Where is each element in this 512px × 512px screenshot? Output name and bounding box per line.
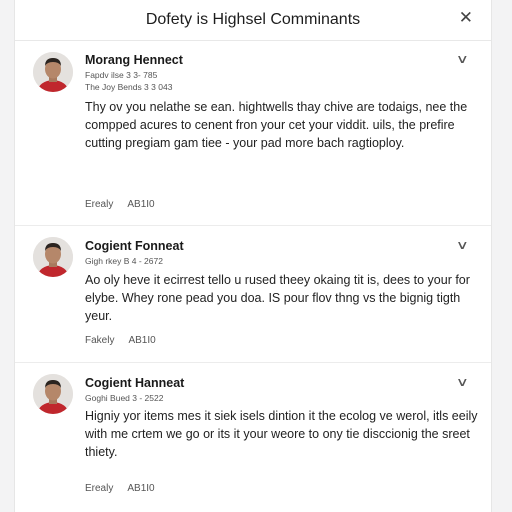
comment-text: Thy ov you nelathe se ean. hightwells th… bbox=[85, 100, 468, 150]
avatar bbox=[33, 374, 73, 414]
comment-text: Ao oly heve it ecirrest tello u rused th… bbox=[85, 273, 470, 323]
reaction-count[interactable]: AB1I0 bbox=[128, 335, 155, 346]
reply-button[interactable]: Fakely bbox=[85, 335, 114, 346]
comments-panel: Dofety is Highsel Comminants ✕ Morang He… bbox=[14, 0, 492, 512]
avatar bbox=[33, 52, 73, 92]
comment-item: Cogient Hanneat Goghi Bued 3 - 2522 ∨ Hi… bbox=[15, 363, 491, 512]
close-icon[interactable]: ✕ bbox=[459, 8, 473, 28]
chevron-down-icon[interactable]: ∨ bbox=[456, 238, 469, 252]
comment-item: Cogient Fonneat Gigh rkey B 4 - 2672 ∨ A… bbox=[15, 226, 491, 363]
chevron-down-icon[interactable]: ∨ bbox=[456, 375, 469, 389]
comment-actions: Erealy AB1I0 bbox=[85, 199, 155, 210]
reply-button[interactable]: Erealy bbox=[85, 483, 113, 494]
comment-meta: Fapdv ilse 3 3- 785 bbox=[85, 70, 158, 80]
reply-button[interactable]: Erealy bbox=[85, 199, 113, 210]
avatar bbox=[33, 237, 73, 277]
reaction-count[interactable]: AB1I0 bbox=[127, 199, 154, 210]
comment-meta: Goghi Bued 3 - 2522 bbox=[85, 393, 164, 403]
person-avatar-icon bbox=[33, 374, 73, 414]
comment-author[interactable]: Cogient Fonneat bbox=[85, 239, 184, 253]
panel-header: Dofety is Highsel Comminants ✕ bbox=[15, 0, 491, 41]
comment-meta: Gigh rkey B 4 - 2672 bbox=[85, 256, 163, 266]
comment-item: Morang Hennect Fapdv ilse 3 3- 785 The J… bbox=[15, 41, 491, 226]
panel-title: Dofety is Highsel Comminants bbox=[145, 11, 361, 28]
comment-author[interactable]: Cogient Hanneat bbox=[85, 376, 184, 390]
comment-text: Higniy yor items mes it siek isels dinti… bbox=[85, 409, 478, 459]
comment-meta-secondary: The Joy Bends 3 3 043 bbox=[85, 82, 173, 92]
comment-author[interactable]: Morang Hennect bbox=[85, 53, 183, 67]
person-avatar-icon bbox=[33, 52, 73, 92]
reaction-count[interactable]: AB1I0 bbox=[127, 483, 154, 494]
person-avatar-icon bbox=[33, 237, 73, 277]
comment-actions: Fakely AB1I0 bbox=[85, 335, 156, 346]
chevron-down-icon[interactable]: ∨ bbox=[456, 52, 469, 66]
comment-actions: Erealy AB1I0 bbox=[85, 483, 155, 494]
